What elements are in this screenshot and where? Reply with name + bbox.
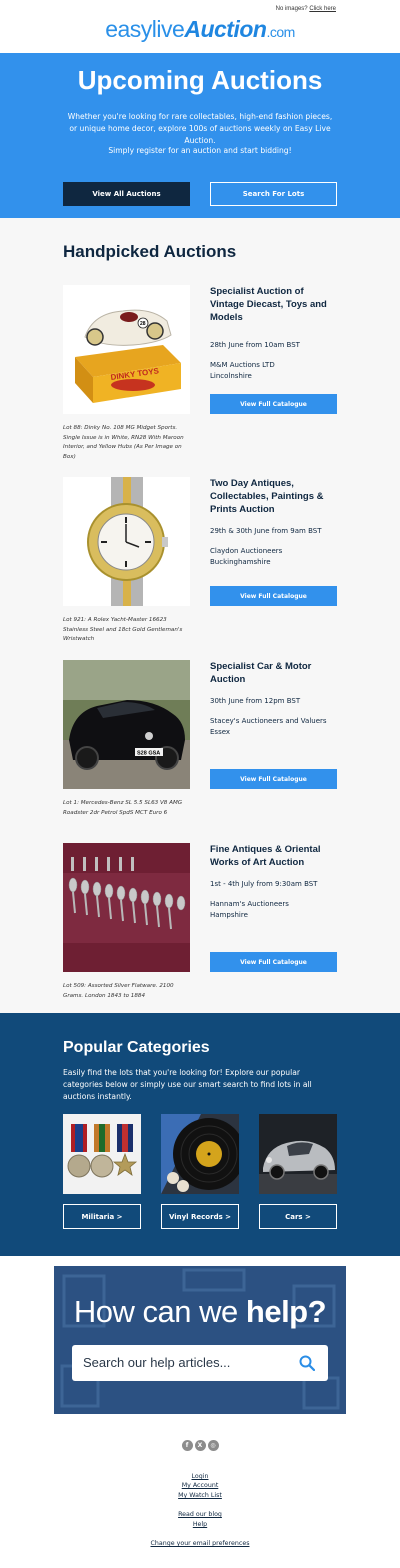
my-account-link[interactable]: My Account — [0, 1482, 400, 1489]
logo-text-auction: Auction — [184, 16, 267, 42]
view-full-catalogue-button[interactable]: View Full Catalogue — [210, 586, 337, 606]
email-preferences-link[interactable]: Change your email preferences — [0, 1540, 400, 1547]
auction-title[interactable]: Two Day Antiques, Collectables, Painting… — [210, 477, 340, 516]
auction-house: Hannam's Auctioneers — [210, 900, 289, 908]
auction-date: 29th & 30th June from 9am BST — [210, 527, 322, 535]
logo-text-com: .com — [266, 24, 295, 40]
auction-date: 30th June from 12pm BST — [210, 697, 301, 705]
auction-item: Lot 509: Assorted Silver Flatware. 2100 … — [63, 843, 337, 1013]
view-all-auctions-button[interactable]: View All Auctions — [63, 182, 190, 206]
lot-caption: Lot 921: A Rolex Yacht-Master 16623 Stai… — [63, 617, 183, 642]
category-vinyl-records: Vinyl Records > — [161, 1114, 239, 1229]
classic-car-image[interactable] — [259, 1114, 337, 1194]
auction-location: Buckinghamshire — [210, 558, 271, 566]
login-link[interactable]: Login — [0, 1473, 400, 1480]
auction-date: 28th June from 10am BST — [210, 341, 300, 349]
hero-register-text: Simply register for an auction and start… — [108, 146, 292, 155]
view-full-catalogue-button[interactable]: View Full Catalogue — [210, 394, 337, 414]
toy-car-image[interactable]: DINKY TOYS 28 — [63, 285, 190, 414]
auction-location: Lincolnshire — [210, 372, 252, 380]
category-militaria: Militaria > — [63, 1114, 141, 1229]
lot-caption: Lot 88: Dinky No. 108 MG Midget Sports. … — [63, 425, 184, 460]
auction-house: M&M Auctions LTD — [210, 361, 275, 369]
auction-title[interactable]: Specialist Car & Motor Auction — [210, 660, 340, 686]
auction-location: Essex — [210, 728, 231, 736]
facebook-icon[interactable]: f — [181, 1440, 193, 1451]
category-button[interactable]: Cars > — [259, 1204, 337, 1229]
email-footer: f X ◎ Login My Account My Watch List Rea… — [0, 1414, 400, 1568]
auction-house: Claydon Auctioneers — [210, 547, 283, 555]
svg-text:28: 28 — [140, 321, 146, 327]
auction-location: Hampshire — [210, 911, 248, 919]
popular-categories-section: Popular Categories Easily find the lots … — [0, 1013, 400, 1256]
auction-title[interactable]: Specialist Auction of Vintage Diecast, T… — [210, 285, 340, 324]
auction-item: Lot 921: A Rolex Yacht-Master 16623 Stai… — [63, 477, 337, 652]
hero-intro: Whether you're looking for rare collecta… — [67, 112, 333, 145]
help-search-input[interactable]: Search our help articles... — [72, 1345, 328, 1381]
search-for-lots-button[interactable]: Search For Lots — [210, 182, 337, 206]
blog-link[interactable]: Read our blog — [0, 1511, 400, 1518]
silver-flatware-image[interactable] — [63, 843, 190, 972]
help-heading-part2: help? — [245, 1294, 327, 1329]
help-banner[interactable]: How can we help? Search our help article… — [54, 1266, 346, 1414]
medals-image[interactable] — [63, 1114, 141, 1194]
search-icon[interactable] — [299, 1355, 315, 1371]
popular-categories-heading: Popular Categories — [63, 1039, 210, 1056]
help-heading-part1: How can we — [73, 1294, 246, 1329]
hero-section: Upcoming Auctions Whether you're looking… — [0, 53, 400, 218]
category-button[interactable]: Vinyl Records > — [161, 1204, 239, 1229]
x-icon[interactable]: X — [194, 1440, 206, 1451]
help-background-image — [54, 1266, 346, 1414]
category-cars: Cars > — [259, 1114, 337, 1229]
lot-caption: Lot 1: Mercedes-Benz SL 5.5 SL63 V8 AMG … — [63, 800, 183, 816]
email-page: No images? Click here easyliveAuction.co… — [0, 0, 400, 1568]
handpicked-heading: Handpicked Auctions — [63, 242, 237, 261]
logo-text-easylive: easylive — [105, 16, 185, 42]
view-full-catalogue-button[interactable]: View Full Catalogue — [210, 952, 337, 972]
hero-title: Upcoming Auctions — [77, 65, 323, 95]
auction-item: S28 GSA Lot 1: Mercedes-Benz SL 5.5 SL63… — [63, 660, 337, 835]
no-images-text: No images? — [275, 6, 308, 12]
auction-title[interactable]: Fine Antiques & Oriental Works of Art Au… — [210, 843, 340, 869]
handpicked-section: Handpicked Auctions DINKY TOYS 28 Lot 88… — [0, 218, 400, 1013]
help-search-placeholder: Search our help articles... — [83, 1355, 231, 1370]
auction-item: DINKY TOYS 28 Lot 88: Dinky No. 108 MG M… — [63, 285, 337, 465]
instagram-icon[interactable]: ◎ — [207, 1440, 219, 1451]
auction-date: 1st - 4th July from 9:30am BST — [210, 880, 318, 888]
help-link[interactable]: Help — [0, 1521, 400, 1528]
category-button[interactable]: Militaria > — [63, 1204, 141, 1229]
auction-house: Stacey's Auctioneers and Valuers — [210, 717, 327, 725]
easylive-logo[interactable]: easyliveAuction.com — [0, 16, 400, 43]
lot-caption: Lot 509: Assorted Silver Flatware. 2100 … — [63, 983, 174, 999]
svg-text:S28 GSA: S28 GSA — [137, 751, 160, 757]
car-image[interactable]: S28 GSA — [63, 660, 190, 789]
no-images-notice: No images? Click here — [276, 6, 336, 12]
popular-categories-intro: Easily find the lots that you're looking… — [63, 1068, 312, 1101]
social-icons: f X ◎ — [0, 1440, 400, 1451]
click-here-link[interactable]: Click here — [309, 6, 336, 12]
view-full-catalogue-button[interactable]: View Full Catalogue — [210, 769, 337, 789]
help-heading: How can we help? — [54, 1294, 346, 1330]
email-header: No images? Click here easyliveAuction.co… — [0, 0, 400, 53]
vinyl-image[interactable] — [161, 1114, 239, 1194]
my-watch-list-link[interactable]: My Watch List — [0, 1492, 400, 1499]
watch-image[interactable] — [63, 477, 190, 606]
